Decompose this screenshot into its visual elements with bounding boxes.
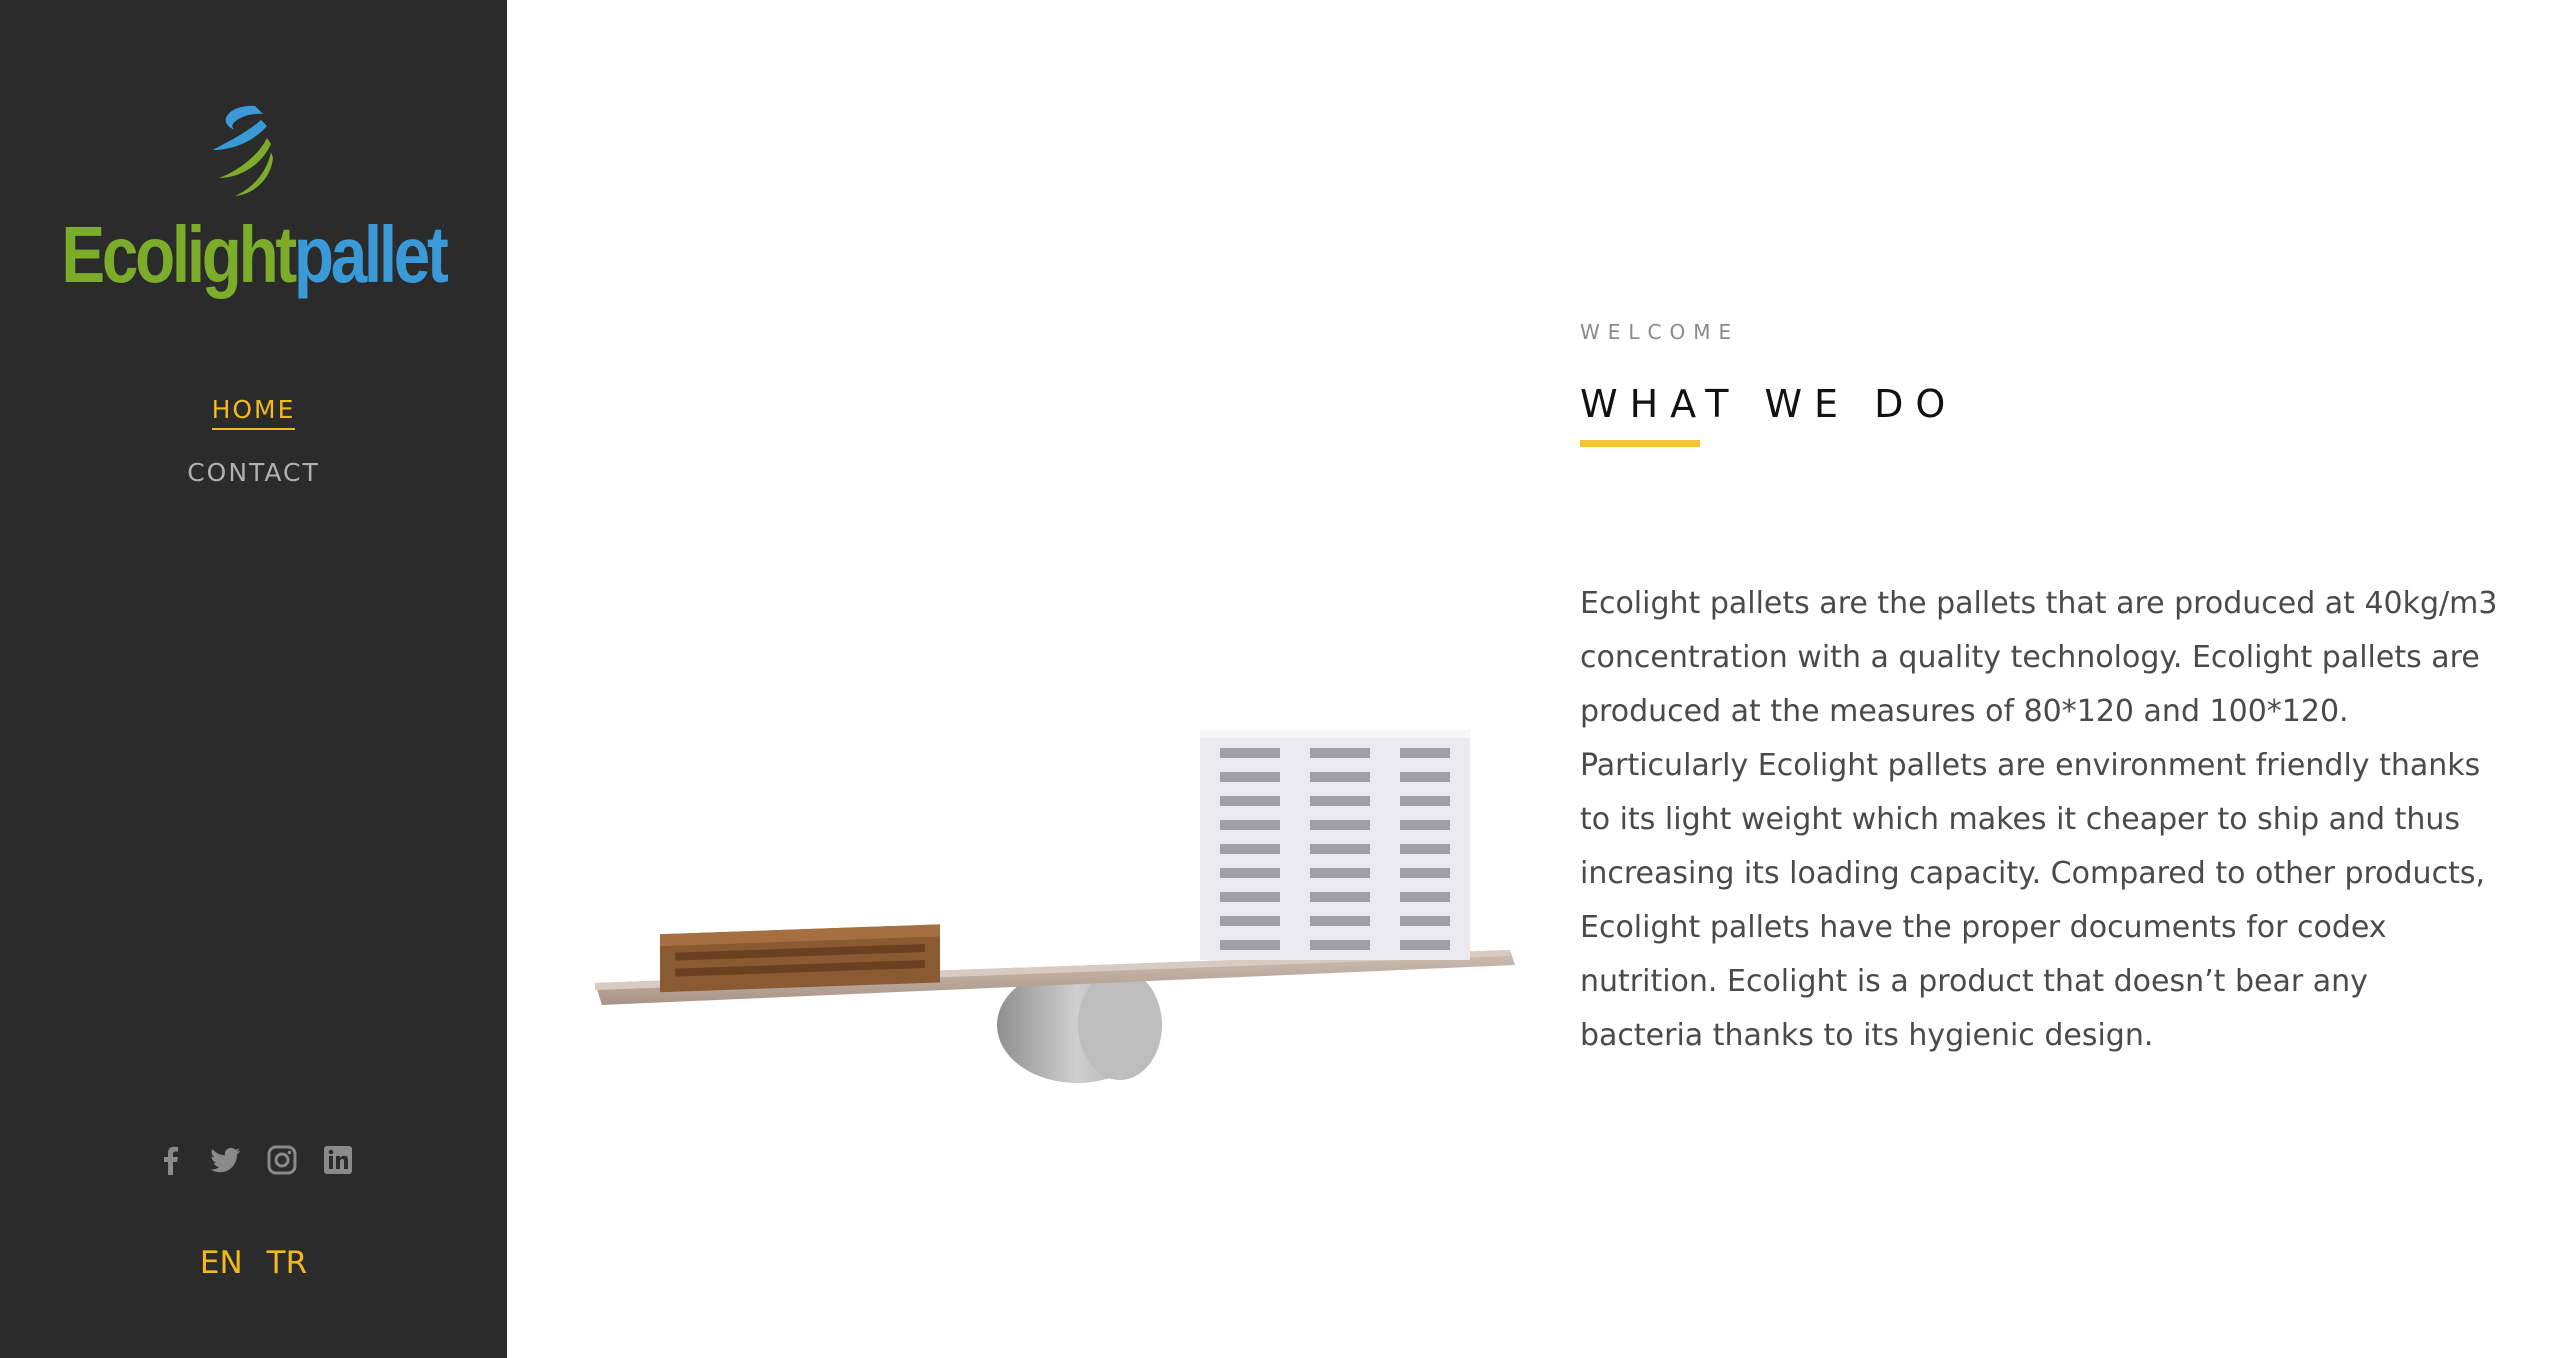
lang-en[interactable]: EN bbox=[200, 1245, 243, 1281]
twitter-icon[interactable] bbox=[210, 1145, 241, 1175]
heading-underline bbox=[1580, 440, 1700, 447]
brand-name-part2: pallet bbox=[293, 210, 449, 299]
white-pallet-stack bbox=[1200, 730, 1470, 960]
main-content: WELCOME WHAT WE DO Ecolight pallets are … bbox=[1580, 320, 2500, 1093]
language-switcher: EN TR bbox=[0, 1245, 507, 1281]
pallet-balance-illustration bbox=[595, 730, 1515, 1083]
instagram-icon[interactable] bbox=[267, 1145, 297, 1175]
logo-mark-icon bbox=[213, 105, 273, 196]
nav-item-home[interactable]: HOME bbox=[0, 395, 507, 430]
section-body-text: Ecolight pallets are the pallets that ar… bbox=[1580, 586, 2498, 1053]
brand-name-part1: Ecolight bbox=[61, 210, 297, 299]
nav-item-contact-label: CONTACT bbox=[187, 458, 320, 487]
social-links bbox=[0, 1145, 507, 1175]
nav-item-home-label: HOME bbox=[211, 395, 296, 430]
lang-tr[interactable]: TR bbox=[267, 1245, 307, 1281]
facebook-icon[interactable] bbox=[155, 1145, 185, 1175]
brand-logo-text[interactable]: Ecolightpallet bbox=[46, 215, 462, 295]
section-kicker: WELCOME bbox=[1580, 320, 1740, 344]
sidebar: Ecolightpallet HOME CONTACT EN TR bbox=[0, 0, 507, 1358]
section-heading: WHAT WE DO bbox=[1580, 382, 1958, 426]
main-nav: HOME CONTACT bbox=[0, 395, 507, 519]
nav-item-contact[interactable]: CONTACT bbox=[0, 458, 507, 491]
linkedin-icon[interactable] bbox=[323, 1145, 353, 1175]
